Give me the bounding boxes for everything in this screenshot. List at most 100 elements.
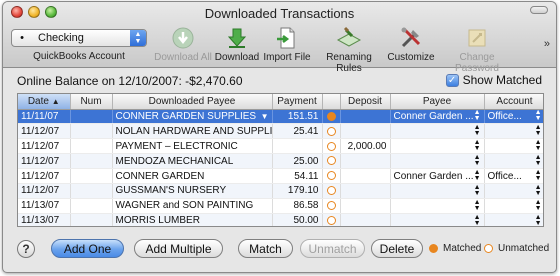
cell-downloaded-payee: CONNER GARDEN SUPPLIES ▼: [112, 109, 273, 125]
unmatched-dot-icon[interactable]: [326, 216, 336, 226]
cell-account[interactable]: ▲ ▼: [484, 213, 543, 226]
legend-unmatched: Unmatched: [484, 243, 549, 254]
cell-payee[interactable]: ▲ ▼: [390, 123, 485, 140]
payee-select-arrows-icon[interactable]: ▲ ▼: [474, 214, 481, 226]
column-header-payee[interactable]: Payee: [390, 94, 485, 110]
delete-button[interactable]: Delete: [371, 239, 423, 258]
cell-account[interactable]: ▲ ▼: [484, 198, 543, 214]
change-password-button[interactable]: Change Password: [439, 26, 515, 74]
cell-status[interactable]: [322, 213, 341, 226]
account-select-arrows-icon[interactable]: ▲ ▼: [535, 184, 542, 197]
cell-status[interactable]: [322, 138, 341, 155]
unmatched-dot-icon[interactable]: [326, 126, 336, 136]
window-title: Downloaded Transactions: [204, 6, 355, 21]
cell-account[interactable]: ▲ ▼: [484, 138, 543, 155]
table-row[interactable]: 11/13/07 WAGNER and SON PAINTING 86.58 ▲ ▼ ▲ ▼: [18, 198, 543, 214]
column-header-status[interactable]: [322, 94, 341, 110]
table-row[interactable]: 11/13/07 MORRIS LUMBER 50.00 ▲ ▼ ▲ ▼: [18, 213, 543, 227]
cell-status[interactable]: [322, 153, 341, 170]
payee-select-arrows-icon[interactable]: ▲ ▼: [474, 169, 481, 182]
unmatched-dot-icon[interactable]: [326, 171, 336, 181]
customize-tools-icon: [398, 26, 424, 50]
toolbar-toggle-button[interactable]: [530, 6, 548, 14]
payee-select-arrows-icon[interactable]: ▲ ▼: [474, 109, 481, 122]
table-row[interactable]: 11/11/07 CONNER GARDEN SUPPLIES ▼ 151.51 Con…: [18, 109, 543, 125]
payee-select-arrows-icon[interactable]: ▲ ▼: [474, 199, 481, 212]
show-matched-checkbox[interactable]: ✓ Show Matched: [445, 73, 542, 87]
cell-payee[interactable]: ▲ ▼: [390, 198, 485, 214]
cell-payee[interactable]: Conner Garden ... ▲ ▼: [390, 109, 485, 125]
cell-account[interactable]: ▲ ▼: [484, 123, 543, 140]
table-row[interactable]: 11/12/07 PAYMENT – ELECTRONIC 2,000.00 ▲ ▼ ▲ ▼: [18, 138, 543, 155]
cell-payment: 25.00: [272, 153, 323, 170]
cell-payee[interactable]: Conner Garden ... ▲ ▼: [390, 168, 485, 184]
account-select-arrows-icon[interactable]: ▲ ▼: [535, 109, 542, 122]
account-select-arrows-icon[interactable]: ▲ ▼: [535, 214, 542, 226]
match-button[interactable]: Match: [238, 239, 293, 258]
cell-date: 11/13/07: [18, 213, 71, 226]
cell-status[interactable]: [322, 168, 341, 184]
cell-num: [70, 213, 113, 226]
cell-status[interactable]: [322, 183, 341, 199]
cell-account[interactable]: Office... ▲ ▼: [484, 168, 543, 184]
cell-account[interactable]: ▲ ▼: [484, 153, 543, 170]
cell-payee[interactable]: ▲ ▼: [390, 153, 485, 170]
downloaded-payee-text: MORRIS LUMBER: [115, 215, 200, 227]
account-select-arrows-icon[interactable]: ▲ ▼: [535, 139, 542, 152]
cell-payee[interactable]: ▲ ▼: [390, 138, 485, 155]
account-select-arrows-icon[interactable]: ▲ ▼: [535, 154, 542, 167]
customize-button[interactable]: Customize: [386, 26, 436, 63]
column-header-num[interactable]: Num: [70, 94, 113, 110]
column-header-payment[interactable]: Payment: [272, 94, 323, 110]
unmatched-dot-icon[interactable]: [326, 186, 336, 196]
add-multiple-button[interactable]: Add Multiple: [134, 239, 223, 258]
download-button[interactable]: Download: [212, 26, 262, 63]
cell-payment: [272, 138, 323, 155]
account-select-arrows-icon[interactable]: ▲ ▼: [535, 124, 542, 137]
cell-status[interactable]: [322, 198, 341, 214]
cell-date: 11/12/07: [18, 123, 71, 140]
matched-dot-icon[interactable]: [326, 111, 336, 121]
download-all-button[interactable]: Download All: [153, 26, 213, 63]
add-one-button[interactable]: Add One: [51, 239, 124, 258]
unmatched-dot-icon[interactable]: [326, 156, 336, 166]
renaming-rules-icon: [336, 26, 362, 50]
cell-date: 11/12/07: [18, 138, 71, 155]
payee-select-arrows-icon[interactable]: ▲ ▼: [474, 124, 481, 137]
payee-select-arrows-icon[interactable]: ▲ ▼: [474, 139, 481, 152]
column-header-downloaded-payee[interactable]: Downloaded Payee: [112, 94, 273, 110]
toolbar-overflow-button[interactable]: »: [544, 38, 550, 50]
column-header-account[interactable]: Account: [484, 94, 543, 110]
account-select[interactable]: • Checking ▲ ▼: [11, 29, 147, 47]
column-header-date[interactable]: Date ▲: [18, 94, 71, 110]
column-header-deposit[interactable]: Deposit: [340, 94, 391, 110]
change-password-icon: [464, 26, 490, 50]
cell-account[interactable]: Office... ▲ ▼: [484, 109, 543, 125]
table-row[interactable]: 11/12/07 CONNER GARDEN 54.11 Conner Garden …: [18, 168, 543, 184]
help-button[interactable]: ?: [17, 240, 35, 258]
cell-status[interactable]: [322, 123, 341, 140]
table-row[interactable]: 11/12/07 MENDOZA MECHANICAL 25.00 ▲ ▼ ▲ ▼: [18, 153, 543, 170]
unmatched-dot-icon[interactable]: [326, 201, 336, 211]
import-file-button[interactable]: Import File: [261, 26, 313, 63]
payee-select-arrows-icon[interactable]: ▲ ▼: [474, 154, 481, 167]
payee-menu-icon[interactable]: ▼: [261, 112, 269, 121]
unmatch-button[interactable]: Unmatch: [300, 239, 365, 258]
sort-ascending-icon: ▲: [51, 96, 60, 106]
account-select-arrows-icon[interactable]: ▲ ▼: [535, 169, 542, 182]
cell-status[interactable]: [322, 109, 341, 125]
unmatched-dot-icon[interactable]: [326, 141, 336, 151]
cell-downloaded-payee: MORRIS LUMBER: [112, 213, 273, 227]
selected-bullet-icon: •: [20, 32, 24, 44]
account-select-arrows-icon[interactable]: ▲ ▼: [535, 199, 542, 212]
payee-select-arrows-icon[interactable]: ▲ ▼: [474, 184, 481, 197]
cell-downloaded-payee: NOLAN HARDWARE AND SUPPLIES: [112, 123, 273, 140]
table-row[interactable]: 11/12/07 NOLAN HARDWARE AND SUPPLIES 25.41…: [18, 123, 543, 140]
cell-payee[interactable]: ▲ ▼: [390, 183, 485, 199]
legend-matched-label: Matched: [443, 243, 482, 254]
table-row[interactable]: 11/12/07 GUSSMAN'S NURSERY 179.10 ▲ ▼ ▲ ▼: [18, 183, 543, 199]
cell-num: [70, 198, 113, 214]
cell-account[interactable]: ▲ ▼: [484, 183, 543, 199]
renaming-rules-button[interactable]: Renaming Rules: [314, 26, 384, 74]
cell-payee[interactable]: ▲ ▼: [390, 213, 485, 226]
